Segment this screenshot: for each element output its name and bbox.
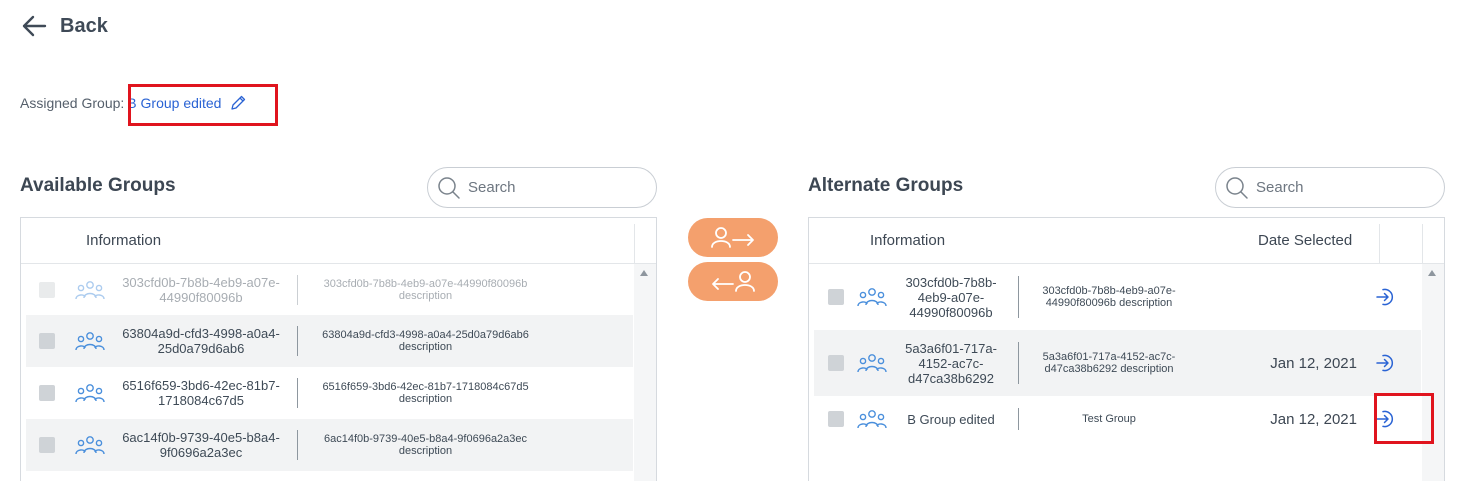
group-icon: [75, 436, 105, 455]
row-checkbox[interactable]: [828, 355, 844, 371]
scrollbar[interactable]: [1422, 264, 1444, 481]
row-checkbox[interactable]: [39, 437, 55, 453]
group-name: B Group edited: [907, 411, 995, 427]
sign-in-icon: [1376, 288, 1394, 306]
move-left-button[interactable]: [688, 262, 778, 301]
group-description: 6ac14f0b-9739-40e5-b8a4-9f0696a2a3ec des…: [323, 433, 528, 457]
scrollbar[interactable]: [634, 264, 656, 481]
remove-alternate-button[interactable]: [1363, 345, 1407, 381]
column-information: Information: [870, 232, 946, 249]
group-icon: [75, 280, 105, 299]
column-date-selected: Date Selected: [1258, 232, 1353, 249]
group-name: 63804a9d-cfd3-4998-a0a4-25d0a79d6ab6: [122, 326, 280, 356]
group-name: 303cfd0b-7b8b-4eb9-a07e-44990f80096b: [905, 274, 997, 320]
group-icon: [857, 354, 887, 373]
cell-divider: [1018, 342, 1019, 384]
group-name: 5a3a6f01-717a-4152-ac7c-d47ca38b6292: [905, 340, 997, 386]
group-icon: [857, 410, 887, 429]
alternate-groups-table: Information Date Selected 303cfd0b-7b8b-…: [808, 217, 1445, 481]
sign-in-icon: [1376, 354, 1394, 372]
alternate-groups-title: Alternate Groups: [808, 175, 964, 196]
group-icon: [75, 332, 105, 351]
assigned-group-label: Assigned Group:: [20, 95, 125, 111]
table-header: Information Date Selected: [809, 218, 1444, 264]
highlight-box: [1374, 393, 1434, 444]
group-description: 63804a9d-cfd3-4998-a0a4-25d0a79d6ab6 des…: [322, 329, 529, 353]
group-description: 303cfd0b-7b8b-4eb9-a07e-44990f80096b des…: [323, 277, 528, 302]
table-row[interactable]: 303cfd0b-7b8b-4eb9-a07e-44990f80096b 303…: [26, 264, 633, 315]
available-groups-title: Available Groups: [20, 175, 176, 196]
header-divider: [634, 224, 635, 264]
row-checkbox[interactable]: [39, 385, 55, 401]
cell-divider: [297, 430, 298, 460]
group-description: Test Group: [1082, 413, 1136, 425]
group-description: 5a3a6f01-717a-4152-ac7c-d47ca38b6292 des…: [1042, 351, 1176, 375]
remove-alternate-button[interactable]: [1363, 279, 1407, 315]
cell-divider: [297, 378, 298, 408]
cell-divider: [1018, 276, 1019, 318]
row-checkbox[interactable]: [39, 333, 55, 349]
group-name: 6ac14f0b-9739-40e5-b8a4-9f0696a2a3ec: [122, 430, 280, 460]
move-right-button[interactable]: [688, 218, 778, 257]
assigned-group: Assigned Group: B Group edited: [20, 84, 278, 126]
scroll-up-icon[interactable]: [640, 270, 648, 276]
group-name: 303cfd0b-7b8b-4eb9-a07e-44990f80096b: [122, 274, 280, 305]
row-checkbox[interactable]: [828, 289, 844, 305]
group-icon: [75, 384, 105, 403]
available-search-input[interactable]: [468, 179, 638, 196]
highlight-box: [128, 84, 278, 126]
user-arrow-right-icon: [711, 226, 754, 248]
table-row[interactable]: B Group edited Test Group Jan 12, 2021: [814, 396, 1421, 442]
table-row[interactable]: 6ac14f0b-9739-40e5-b8a4-9f0696a2a3ec 6ac…: [26, 419, 633, 471]
group-name: 6516f659-3bd6-42ec-81b7-1718084c67d5: [122, 378, 280, 408]
table-header: Information: [21, 218, 656, 264]
header-divider: [1379, 224, 1380, 264]
cell-divider: [297, 326, 298, 356]
search-icon: [438, 176, 460, 199]
cell-divider: [1018, 408, 1019, 430]
search-icon: [1226, 176, 1248, 199]
header-divider: [1422, 224, 1423, 264]
column-information: Information: [86, 232, 162, 249]
available-search[interactable]: [427, 167, 657, 208]
back-button[interactable]: Back: [20, 12, 108, 40]
table-row[interactable]: 303cfd0b-7b8b-4eb9-a07e-44990f80096b 303…: [814, 264, 1421, 330]
back-label: Back: [60, 14, 108, 37]
table-row[interactable]: 5a3a6f01-717a-4152-ac7c-d47ca38b6292 5a3…: [814, 330, 1421, 396]
group-description: 303cfd0b-7b8b-4eb9-a07e-44990f80096b des…: [1042, 285, 1176, 309]
group-description: 6516f659-3bd6-42ec-81b7-1718084c67d5 des…: [322, 381, 529, 405]
table-row[interactable]: 6516f659-3bd6-42ec-81b7-1718084c67d5 651…: [26, 367, 633, 419]
cell-divider: [297, 274, 298, 305]
available-groups-table: Information 303cfd0b-7b8b-4eb9-a07e-4499…: [20, 217, 657, 481]
alternate-search-input[interactable]: [1256, 179, 1426, 196]
table-row[interactable]: 63804a9d-cfd3-4998-a0a4-25d0a79d6ab6 638…: [26, 315, 633, 367]
arrow-left-icon: [22, 15, 47, 37]
alternate-search[interactable]: [1215, 167, 1445, 208]
row-checkbox[interactable]: [828, 411, 844, 427]
row-checkbox[interactable]: [39, 281, 55, 298]
date-selected: Jan 12, 2021: [1270, 354, 1357, 372]
scroll-up-icon[interactable]: [1428, 270, 1436, 276]
date-selected: Jan 12, 2021: [1270, 410, 1357, 428]
group-icon: [857, 288, 887, 307]
user-arrow-left-icon: [712, 270, 755, 292]
